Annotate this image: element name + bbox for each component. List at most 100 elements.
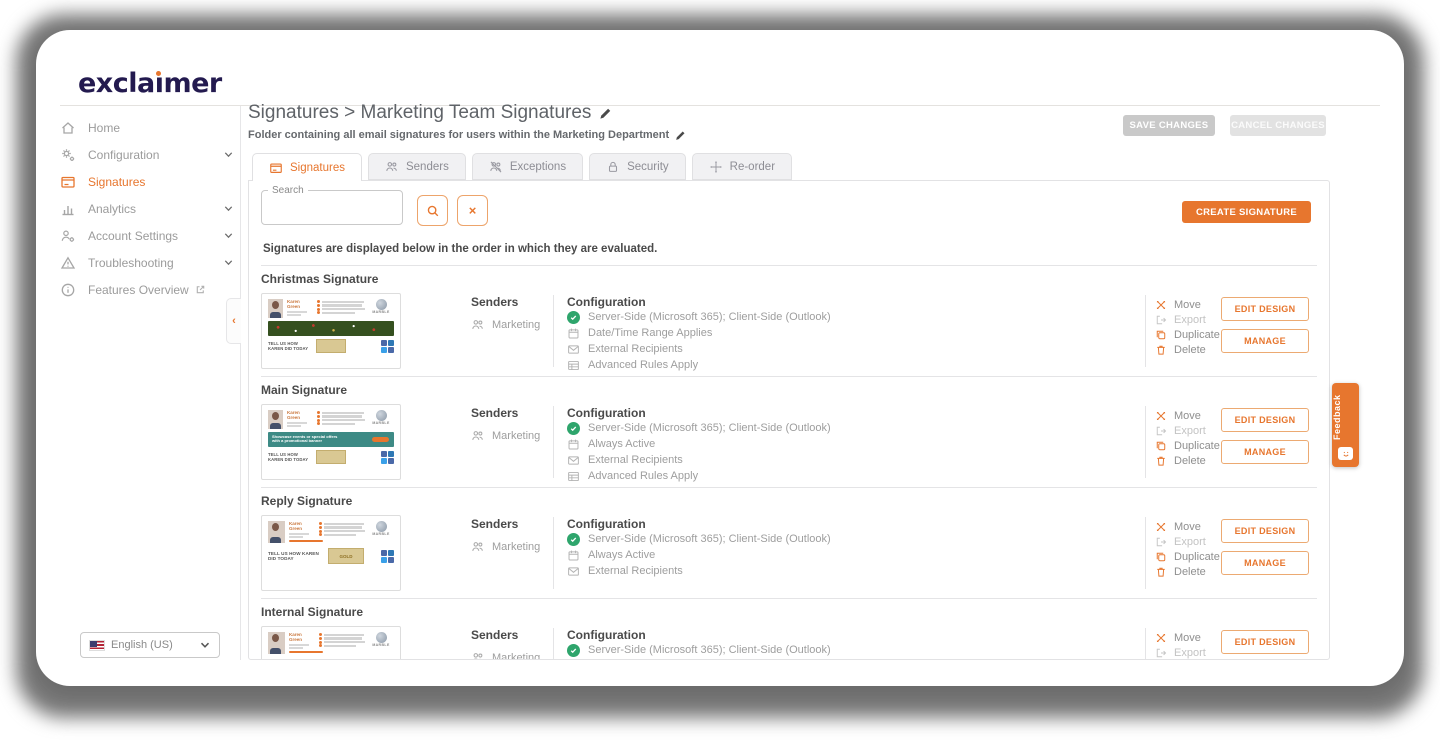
company-logo <box>376 521 387 532</box>
cancel-changes-button[interactable]: CANCEL CHANGES <box>1230 115 1326 136</box>
edit-description-icon[interactable] <box>675 130 686 141</box>
page-description: Folder containing all email signatures f… <box>248 129 686 141</box>
search-button[interactable] <box>417 195 448 226</box>
envelope-icon <box>567 454 580 467</box>
signature-thumbnail: Karen Green MARBLE <box>261 626 401 659</box>
edit-design-button[interactable]: EDIT DESIGN <box>1221 408 1309 432</box>
create-signature-button[interactable]: CREATE SIGNATURE <box>1182 201 1311 223</box>
search-field: Search <box>261 185 403 225</box>
edit-design-button[interactable]: EDIT DESIGN <box>1221 519 1309 543</box>
move-action[interactable]: Move <box>1155 408 1220 423</box>
home-icon <box>60 120 76 136</box>
check-circle-icon <box>567 311 580 324</box>
save-changes-button[interactable]: SAVE CHANGES <box>1123 115 1215 136</box>
chevron-down-icon <box>223 149 234 160</box>
sidebar-item-features-overview[interactable]: Features Overview <box>60 276 238 303</box>
manage-button[interactable]: MANAGE <box>1221 551 1309 575</box>
avatar <box>268 521 285 543</box>
user-gear-icon <box>60 228 76 244</box>
us-flag-icon <box>89 640 105 651</box>
duplicate-action[interactable]: Duplicate <box>1155 327 1220 342</box>
signature-row: Karen Green MARBLE Showcase events or sp… <box>261 404 1317 480</box>
people-slash-icon <box>489 160 503 174</box>
signature-thumbnail: Karen Green MARBLE Showcase events or sp… <box>261 404 401 480</box>
page-title: Signatures > Marketing Team Signatures <box>248 102 612 124</box>
social-icons <box>381 340 394 353</box>
move-action[interactable]: Move <box>1155 519 1220 534</box>
trash-icon <box>1155 566 1167 578</box>
export-action[interactable]: Export <box>1155 312 1220 327</box>
signature-row: Karen Green MARBLE TELL US HOW KAREN DID… <box>261 293 1317 369</box>
feedback-tab[interactable]: Feedback <box>1332 383 1359 467</box>
manage-button[interactable]: MANAGE <box>1221 440 1309 464</box>
tab-senders[interactable]: Senders <box>368 153 466 180</box>
move-icon <box>1155 632 1167 644</box>
chevron-down-icon <box>223 257 234 268</box>
sidebar-collapse-toggle[interactable]: ‹ <box>226 298 241 344</box>
avatar <box>268 299 283 318</box>
order-note: Signatures are displayed below in the or… <box>263 243 657 255</box>
promo-button <box>372 437 389 442</box>
export-action[interactable]: Export <box>1155 534 1220 549</box>
search-input[interactable] <box>262 196 402 216</box>
language-selector[interactable]: English (US) <box>80 632 220 658</box>
signature-list: Christmas Signature Karen Green MARBLE T… <box>261 265 1317 659</box>
clear-search-button[interactable]: × <box>457 195 488 226</box>
group-icon <box>471 429 485 443</box>
tab-exceptions[interactable]: Exceptions <box>472 153 583 180</box>
export-action[interactable]: Export <box>1155 645 1220 659</box>
tab-signatures[interactable]: Signatures <box>252 153 362 181</box>
delete-action[interactable]: Delete <box>1155 342 1220 357</box>
rules-icon <box>567 359 580 372</box>
sidebar-item-analytics[interactable]: Analytics <box>60 195 238 222</box>
external-link-icon <box>195 284 206 295</box>
signature-section: Internal Signature Karen Green MARBLE Se… <box>261 598 1317 659</box>
edit-title-icon[interactable] <box>599 107 612 120</box>
sidebar-item-troubleshooting[interactable]: Troubleshooting <box>60 249 238 276</box>
manage-button[interactable]: MANAGE <box>1221 329 1309 353</box>
calendar-icon <box>567 549 580 562</box>
lock-icon <box>606 160 620 174</box>
move-icon <box>1155 299 1167 311</box>
calendar-icon <box>567 438 580 451</box>
trash-icon <box>1155 455 1167 467</box>
export-icon <box>1155 647 1167 659</box>
sidebar-item-account-settings[interactable]: Account Settings <box>60 222 238 249</box>
export-icon <box>1155 425 1167 437</box>
move-action[interactable]: Move <box>1155 297 1220 312</box>
sidebar-item-configuration[interactable]: Configuration <box>60 141 238 168</box>
trash-icon <box>1155 344 1167 356</box>
signature-row: Karen Green MARBLE TELL US HOW KAREN DID… <box>261 515 1317 591</box>
export-action[interactable]: Export <box>1155 423 1220 438</box>
sidebar-divider <box>240 106 241 660</box>
check-circle-icon <box>567 422 580 435</box>
christmas-banner <box>268 321 394 336</box>
edit-design-button[interactable]: EDIT DESIGN <box>1221 297 1309 321</box>
chevron-down-icon <box>223 203 234 214</box>
promo-banner: Showcase events or special offers with a… <box>268 432 394 447</box>
move-action[interactable]: Move <box>1155 630 1220 645</box>
delete-action[interactable]: Delete <box>1155 564 1220 579</box>
signature-row: Karen Green MARBLE Senders Marketing Con… <box>261 626 1317 659</box>
gold-coupon: GOLD <box>328 548 364 564</box>
avatar <box>268 410 283 429</box>
check-circle-icon <box>567 644 580 657</box>
coupon <box>316 450 346 464</box>
duplicate-action[interactable]: Duplicate <box>1155 549 1220 564</box>
calendar-icon <box>567 327 580 340</box>
tab-reorder[interactable]: Re-order <box>692 153 792 180</box>
sidebar-item-signatures[interactable]: Signatures <box>60 168 238 195</box>
tab-security[interactable]: Security <box>589 153 686 180</box>
company-logo <box>376 410 387 421</box>
duplicate-action[interactable]: Duplicate <box>1155 438 1220 453</box>
signature-section: Main Signature Karen Green MARBLE Showca… <box>261 376 1317 487</box>
delete-action[interactable]: Delete <box>1155 453 1220 468</box>
info-circle-icon <box>60 282 76 298</box>
sidebar-item-home[interactable]: Home <box>60 114 238 141</box>
group-icon <box>471 651 485 659</box>
edit-design-button[interactable]: EDIT DESIGN <box>1221 630 1309 654</box>
move-arrows-icon <box>709 160 723 174</box>
sidebar: Home Configuration Signatures Analytics … <box>60 114 238 303</box>
export-icon <box>1155 536 1167 548</box>
people-icon <box>385 160 399 174</box>
